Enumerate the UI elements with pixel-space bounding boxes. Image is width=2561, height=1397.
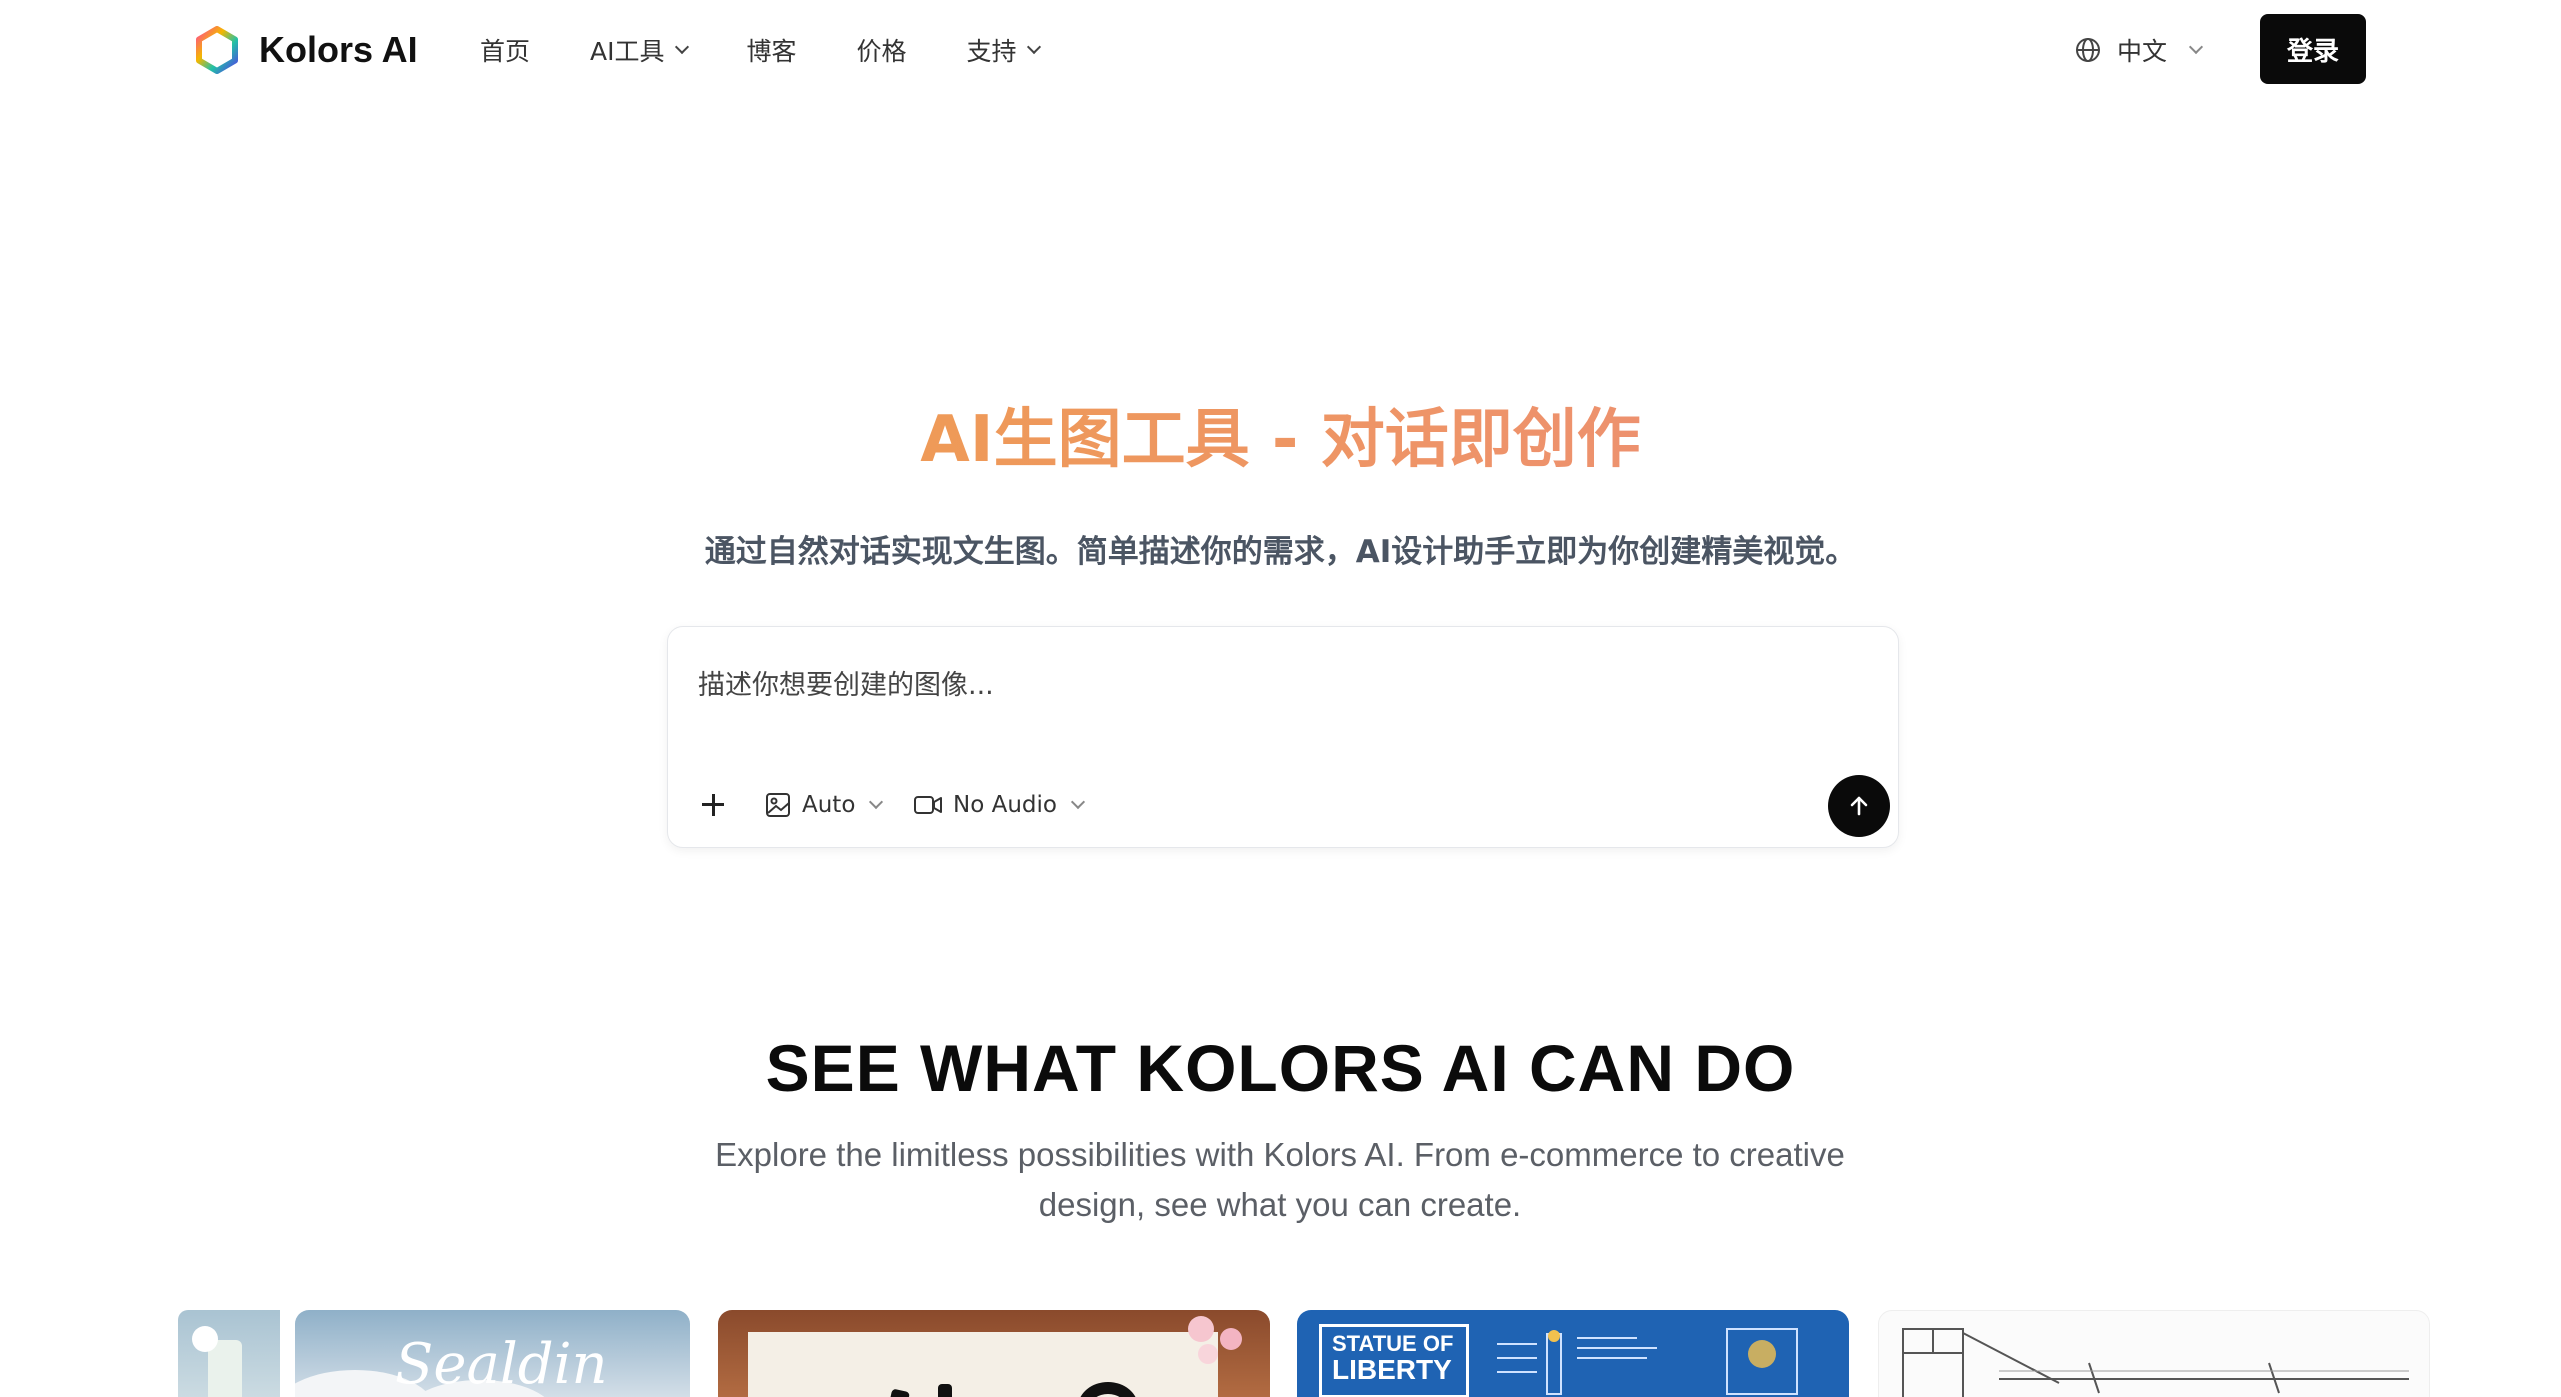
floor-plan-image	[1902, 1328, 2409, 1397]
main-nav: 首页 AI工具 博客 价格 支持	[480, 32, 1099, 68]
nav-item-support[interactable]: 支持	[966, 32, 1041, 68]
showcase-subtitle: Explore the limitless possibilities with…	[715, 1136, 1845, 1223]
prompt-composer: Auto No Audio	[667, 626, 1899, 848]
hero-title: AI生图工具 - 对话即创作	[0, 388, 2561, 480]
login-button[interactable]: 登录	[2260, 14, 2366, 84]
arrow-up-icon	[1850, 796, 1868, 816]
chevron-down-icon	[1070, 794, 1086, 810]
nav-item-pricing[interactable]: 价格	[857, 32, 907, 68]
site-header: Kolors AI 首页 AI工具 博客 价格 支持 中文 登录	[0, 0, 2561, 100]
globe-icon	[2076, 38, 2100, 62]
nav-label: 首页	[480, 37, 531, 66]
aspect-ratio-label: Auto	[802, 792, 856, 818]
infographic-title-image: STATUE OF LIBERTY	[1319, 1324, 1469, 1397]
send-button[interactable]	[1828, 775, 1890, 837]
nav-item-blog[interactable]: 博客	[747, 32, 797, 68]
plus-icon[interactable]	[698, 790, 728, 820]
brand-logo[interactable]: Kolors AI	[195, 24, 418, 76]
infographic-diagram-image	[1497, 1328, 1798, 1395]
nav-label: 博客	[746, 37, 797, 66]
brand-name: Kolors AI	[259, 29, 418, 70]
prompt-input[interactable]	[698, 655, 1848, 715]
showcase-title: SEE WHAT KOLORS AI CAN DO	[765, 1031, 1796, 1105]
gallery-card-typography[interactable]: Sealdin	[295, 1310, 690, 1397]
brush-stroke-image	[1078, 1382, 1138, 1397]
brush-stroke-image	[884, 1388, 910, 1397]
nav-item-home[interactable]: 首页	[480, 32, 530, 68]
chevron-down-icon	[869, 794, 884, 810]
image-icon	[766, 793, 790, 817]
audio-selector[interactable]: No Audio	[913, 787, 1086, 823]
chevron-down-icon	[1026, 39, 1041, 55]
gallery-card-infographic[interactable]: STATUE OF LIBERTY	[1297, 1310, 1849, 1397]
video-icon	[914, 796, 942, 814]
language-selector[interactable]: 中文	[2075, 32, 2204, 68]
chevron-down-icon	[2188, 39, 2204, 55]
calligraphy-paper-image	[748, 1332, 1218, 1397]
audio-label: No Audio	[953, 792, 1057, 818]
nav-item-ai-tools[interactable]: AI工具	[590, 32, 689, 68]
nav-label: AI工具	[590, 37, 665, 66]
brush-stroke-image	[938, 1384, 952, 1397]
infographic-title-line: LIBERTY	[1332, 1354, 1452, 1385]
language-label: 中文	[2117, 37, 2168, 66]
gallery-card-calligraphy[interactable]	[718, 1310, 1270, 1397]
gallery-card-partial[interactable]	[178, 1310, 280, 1397]
chevron-down-icon	[674, 39, 689, 55]
flower-image	[192, 1326, 218, 1352]
cherry-blossom-image	[1178, 1310, 1258, 1370]
aspect-ratio-selector[interactable]: Auto	[764, 787, 884, 823]
nav-label: 价格	[856, 37, 907, 66]
hexagon-logo-icon	[196, 26, 238, 74]
showcase-gallery: Sealdin STATUE OF LIBERTY	[140, 1310, 2430, 1397]
hero-subtitle: 通过自然对话实现文生图。简单描述你的需求，AI设计助手立即为你创建精美视觉。	[704, 534, 1857, 570]
gallery-card-blueprint[interactable]	[1878, 1310, 2430, 1397]
script-text-image: Sealdin	[395, 1332, 608, 1397]
nav-label: 支持	[966, 37, 1017, 66]
